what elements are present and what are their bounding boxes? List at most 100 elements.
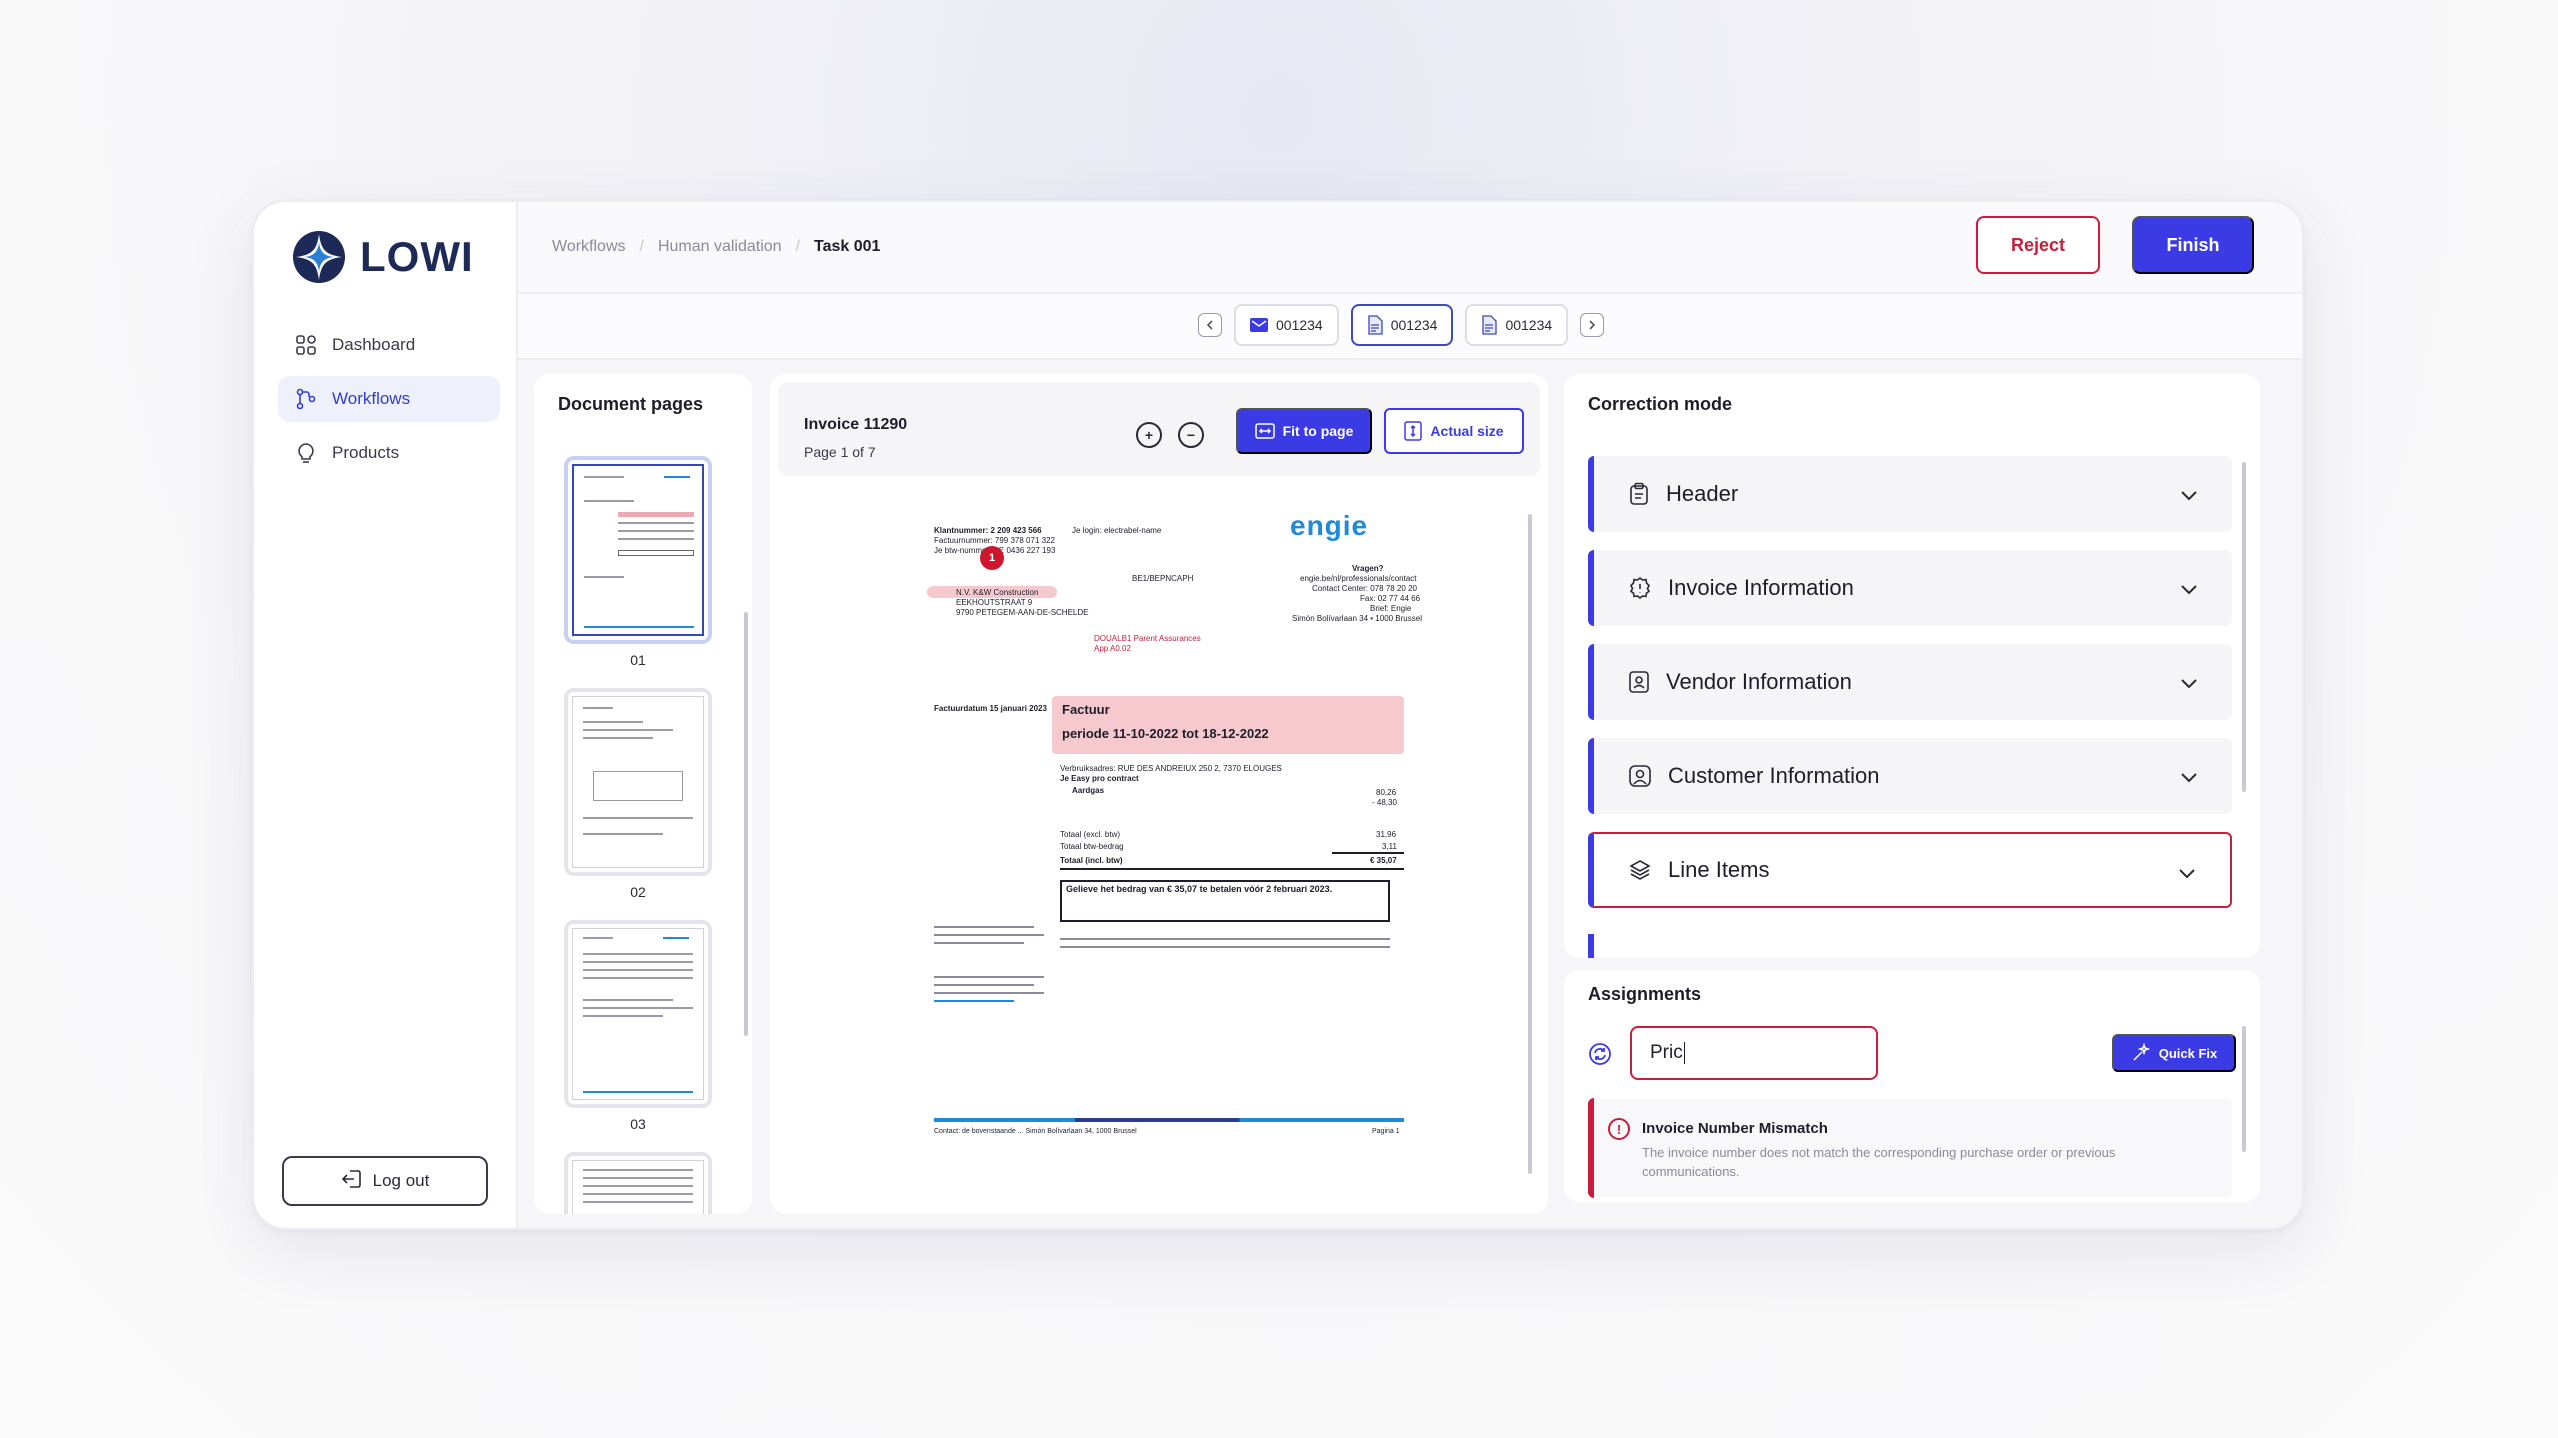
page-thumbnail-label: 02: [630, 884, 646, 900]
annotation-marker[interactable]: 1: [980, 546, 1004, 570]
correction-scrollbar[interactable]: [2242, 462, 2246, 792]
nav-item-products[interactable]: Products: [278, 430, 500, 476]
doc-amount-1: 80,26: [1376, 788, 1397, 797]
accordion-label: Invoice Information: [1668, 575, 1854, 600]
accordion-label: Vendor Information: [1666, 669, 1852, 694]
sidebar: LOWI Dashboard Workflows Products Log ou…: [254, 202, 518, 1228]
doc-page-label: Pagina 1: [1372, 1128, 1400, 1135]
page-thumbnail-4[interactable]: [564, 1152, 712, 1214]
doc-recipient-name: N.V. K&W Construction: [956, 588, 1039, 597]
nav-label-products: Products: [332, 443, 400, 462]
breadcrumb-separator: /: [639, 238, 644, 255]
logout-label: Log out: [372, 1171, 430, 1190]
finish-button[interactable]: Finish: [2132, 216, 2254, 274]
doc-contact-line: engie.be/nl/professionals/contact: [1300, 574, 1417, 583]
accordion-line-items[interactable]: Line Items: [1588, 832, 2232, 908]
document-pages-panel: Document pages 01 02 03: [534, 374, 752, 1214]
viewer-scrollbar[interactable]: [1528, 514, 1532, 1174]
quick-fix-button[interactable]: Quick Fix: [2112, 1034, 2236, 1072]
fit-to-page-button[interactable]: Fit to page: [1236, 408, 1372, 454]
nav-item-dashboard[interactable]: Dashboard: [278, 322, 500, 368]
user-icon: [1629, 765, 1651, 787]
accordion-label: Customer Information: [1668, 763, 1880, 788]
app-window: LOWI Dashboard Workflows Products Log ou…: [252, 200, 2304, 1230]
next-document-button[interactable]: [1580, 313, 1605, 337]
assignments-scrollbar[interactable]: [2242, 1026, 2246, 1152]
breadcrumb: Workflows / Human validation / Task 001: [552, 238, 880, 256]
quick-fix-label: Quick Fix: [2158, 1045, 2218, 1061]
doc-contract-line: Je Easy pro contract: [1060, 774, 1139, 783]
layers-icon: [1629, 860, 1651, 880]
page-thumbnail-label: 01: [630, 652, 646, 668]
page-thumbnail-1[interactable]: [564, 456, 712, 644]
document-tab-1[interactable]: 001234: [1234, 304, 1339, 346]
document-tab-label: 001234: [1505, 317, 1553, 333]
main-nav: Dashboard Workflows Products: [278, 322, 500, 484]
accordion-invoice-information[interactable]: Invoice Information: [1588, 550, 2232, 626]
invoice-page: Klantnummer: 2 209 423 566 Factuurnummer…: [772, 506, 1512, 1196]
issue-card[interactable]: ! Invoice Number Mismatch The invoice nu…: [1588, 1098, 2232, 1198]
breadcrumb-human-validation[interactable]: Human validation: [658, 238, 782, 256]
page-thumbnail-2[interactable]: [564, 688, 712, 876]
doc-client-number: Klantnummer: 2 209 423 566: [934, 526, 1042, 535]
footer-color-bar: [934, 1118, 1404, 1122]
nav-label-dashboard: Dashboard: [332, 335, 416, 354]
document-tab-3[interactable]: 001234: [1465, 304, 1569, 346]
doc-login: Je login: electrabel-name: [1072, 526, 1162, 535]
page-thumbnail-image: [572, 928, 704, 1100]
prev-document-button[interactable]: [1198, 313, 1222, 337]
issue-description: The invoice number does not match the co…: [1642, 1145, 2116, 1179]
zoom-out-icon[interactable]: −: [1178, 422, 1204, 448]
nav-item-workflows[interactable]: Workflows: [278, 376, 500, 422]
fit-height-icon: [1404, 421, 1423, 441]
doc-payment-notice: Gelieve het bedrag van € 35,07 te betale…: [1066, 884, 1333, 894]
correction-mode-panel: Correction mode Header Invoice Informati…: [1564, 374, 2260, 958]
doc-period: periode 11-10-2022 tot 18-12-2022: [1062, 726, 1269, 741]
doc-address-line: Verbruiksadres: RUE DES ANDREIUX 250 2, …: [1060, 764, 1282, 773]
doc-header-word: Factuur: [1062, 702, 1110, 717]
fit-width-icon: [1254, 423, 1275, 439]
page-thumbnail-image: [572, 696, 704, 868]
brand-name: LOWI: [360, 233, 474, 280]
chevron-right-icon: [1589, 320, 1596, 330]
lightbulb-icon: [294, 441, 318, 465]
sparkle-icon: [2133, 1043, 2151, 1061]
accordion-label: Line Items: [1668, 857, 1770, 882]
chevron-down-icon: [2181, 679, 2197, 689]
chevron-down-icon: [2179, 869, 2195, 879]
doc-contact-line: Contact Center: 078 78 20 20: [1312, 584, 1417, 593]
doc-ref-code: BE1/BEPNCAPH: [1132, 574, 1194, 583]
zoom-in-icon[interactable]: +: [1136, 422, 1162, 448]
doc-invoice-date: Factuurdatum 15 januari 2023: [934, 704, 1047, 713]
page-thumbnail-image: [572, 1160, 704, 1214]
accordion-customer-information[interactable]: Customer Information: [1588, 738, 2232, 814]
accordion-header[interactable]: Header: [1588, 456, 2232, 532]
reject-button[interactable]: Reject: [1976, 216, 2100, 274]
accordion-vendor-information[interactable]: Vendor Information: [1588, 644, 2232, 720]
doc-vat: Totaal btw-bedrag: [1060, 842, 1124, 851]
logo[interactable]: LOWI: [290, 228, 474, 286]
nav-label-workflows: Workflows: [332, 389, 411, 408]
document-tab-2[interactable]: 001234: [1350, 304, 1454, 346]
assignment-input-value: Pric: [1650, 1042, 1683, 1063]
doc-total-incl-value: € 35,07: [1370, 856, 1397, 865]
chevron-down-icon: [2181, 585, 2197, 595]
viewer-toolbar: Invoice 11290 Page 1 of 7 + − Fit to pag…: [778, 382, 1540, 476]
lowi-logo-icon: [293, 231, 345, 283]
page-thumbnail-3[interactable]: [564, 920, 712, 1108]
actual-size-label: Actual size: [1430, 423, 1504, 439]
logout-button[interactable]: Log out: [282, 1156, 488, 1206]
chevron-down-icon: [2181, 491, 2197, 501]
doc-total-incl: Totaal (incl. btw): [1060, 856, 1123, 865]
accordion-next-edge: [1588, 934, 1594, 958]
actual-size-button[interactable]: Actual size: [1384, 408, 1524, 454]
workflow-icon: [294, 387, 318, 411]
sum-line: [1060, 868, 1404, 870]
refresh-icon[interactable]: [1588, 1042, 1612, 1071]
breadcrumb-workflows[interactable]: Workflows: [552, 238, 626, 256]
doc-contact-line: Fax: 02 77 44 66: [1360, 594, 1421, 603]
invoice-title: Invoice 11290: [804, 416, 908, 433]
clipboard-icon: [1630, 482, 1648, 505]
assignment-search-input[interactable]: Pric: [1630, 1026, 1878, 1080]
pages-scrollbar[interactable]: [744, 612, 748, 1036]
